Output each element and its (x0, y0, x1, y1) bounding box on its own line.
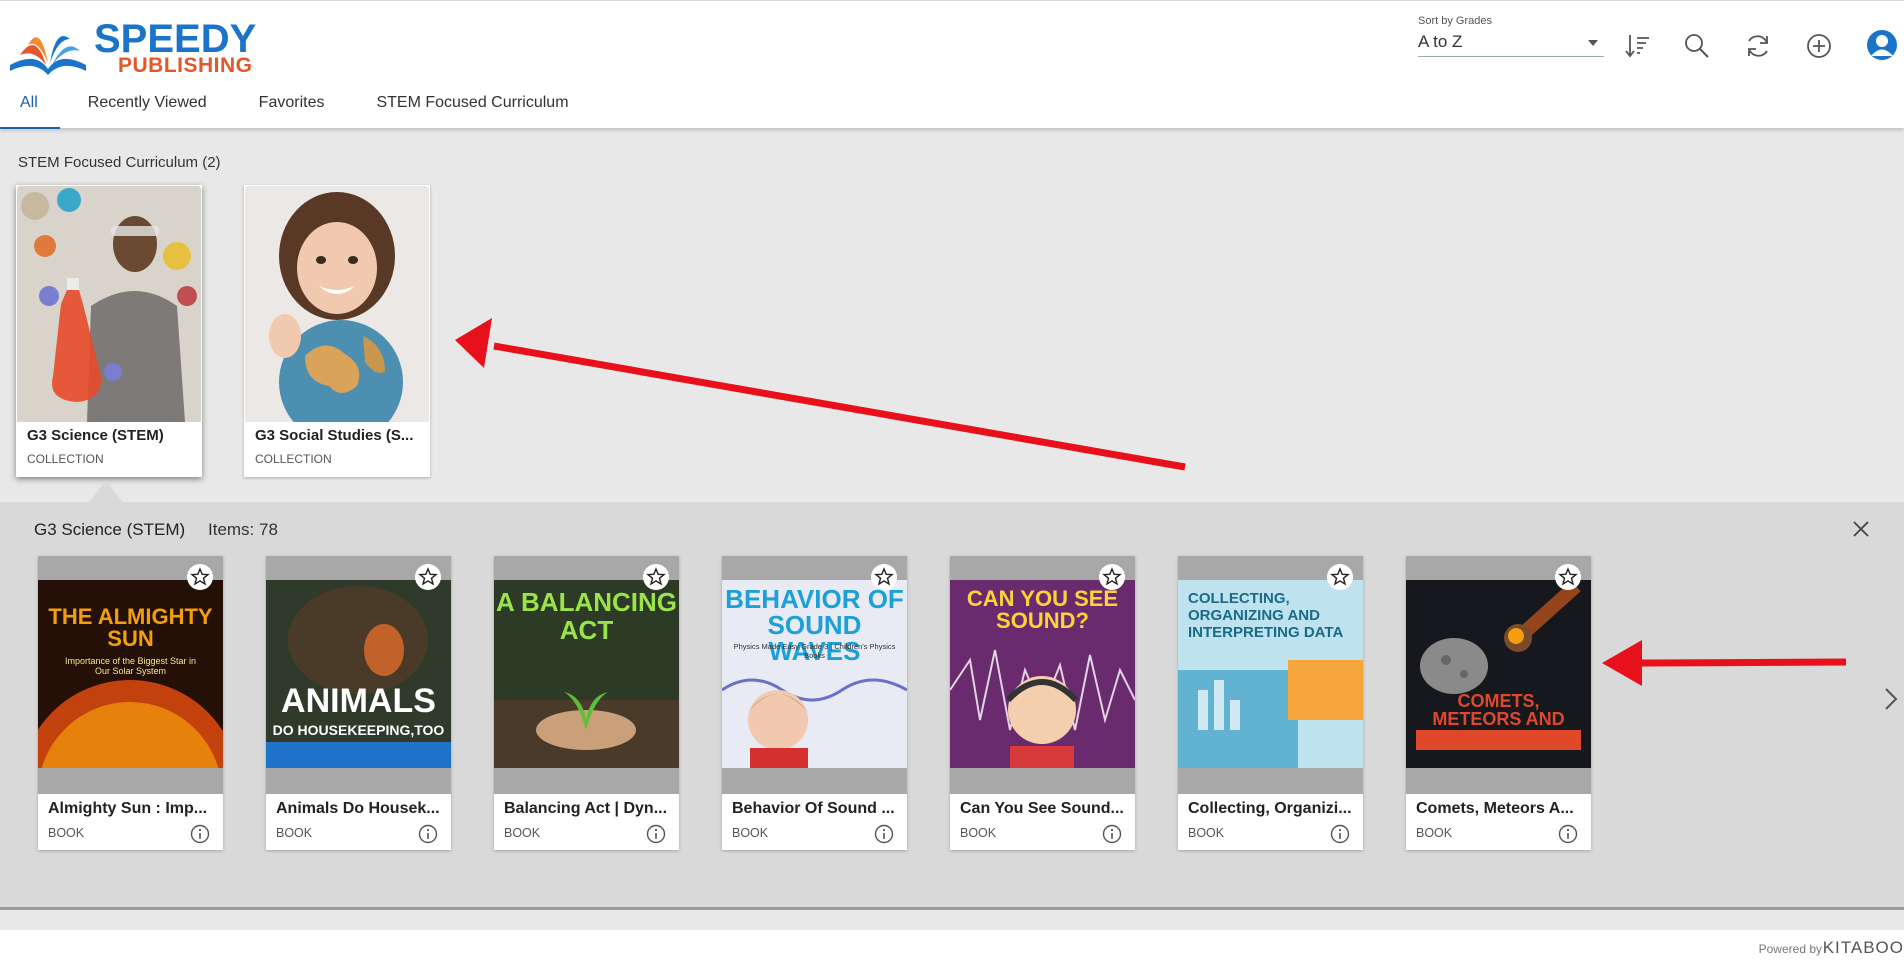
info-icon[interactable] (190, 824, 210, 844)
book-cover-art: A BALANCING ACT (494, 580, 679, 768)
tab-stem-focused-curriculum[interactable]: STEM Focused Curriculum (376, 85, 568, 129)
powered-by-label: Powered by (1758, 942, 1822, 956)
tab-all[interactable]: All (0, 85, 60, 129)
book-card-can-you-see-sound[interactable]: CAN YOU SEE SOUND? Can You See Sound... … (950, 556, 1135, 850)
collection-title: G3 Social Studies (S... (255, 427, 414, 444)
caret-down-icon (1588, 40, 1598, 46)
book-type: BOOK (1188, 826, 1225, 840)
collection-card-g3-social-studies[interactable]: G3 Social Studies (S... COLLECTION (244, 185, 430, 477)
user-avatar-icon[interactable] (1866, 29, 1898, 61)
book-card-animals[interactable]: ANIMALS DO HOUSEKEEPING,TOO Animals Do H… (266, 556, 451, 850)
sort-value: A to Z (1418, 32, 1463, 51)
sort-label: Sort by Grades (1418, 15, 1492, 27)
sort-dropdown[interactable]: Sort by Grades A to Z (1418, 15, 1604, 57)
book-cover-art: ANIMALS DO HOUSEKEEPING,TOO (266, 580, 451, 768)
collection-type: COLLECTION (27, 452, 104, 466)
book-title: Collecting, Organizi... (1188, 800, 1352, 817)
favorite-star-icon[interactable] (1555, 564, 1581, 590)
book-cover-art: COLLECTING, ORGANIZING AND INTERPRETING … (1178, 580, 1363, 768)
tab-favorites[interactable]: Favorites (259, 85, 325, 129)
book-logo-icon (10, 36, 86, 75)
cover-heading: ANIMALS (281, 682, 436, 720)
annotation-arrow-to-collection (455, 318, 1186, 471)
book-card-almighty-sun[interactable]: THE ALMIGHTY SUN Importance of the Bigge… (38, 556, 223, 850)
info-icon[interactable] (1102, 824, 1122, 844)
book-cover: ANIMALS DO HOUSEKEEPING,TOO (266, 556, 451, 794)
cover-heading: A BALANCING ACT (495, 587, 678, 645)
collection-cover-image (245, 186, 429, 422)
book-cover: THE ALMIGHTY SUN Importance of the Bigge… (38, 556, 223, 794)
favorite-star-icon[interactable] (1099, 564, 1125, 590)
cover-heading: CAN YOU SEE SOUND? (966, 586, 1119, 633)
favorite-star-icon[interactable] (643, 564, 669, 590)
info-icon[interactable] (1330, 824, 1350, 844)
info-icon[interactable] (418, 824, 438, 844)
book-card-comets-meteors-asteroids[interactable]: COMETS, METEORS AND ASTEROIDS Comets, Me… (1406, 556, 1591, 850)
favorite-star-icon[interactable] (1327, 564, 1353, 590)
favorite-star-icon[interactable] (415, 564, 441, 590)
add-circle-icon[interactable] (1804, 31, 1834, 61)
book-title: Almighty Sun : Imp... (48, 800, 208, 817)
book-cover: COMETS, METEORS AND ASTEROIDS (1406, 556, 1591, 794)
cover-heading: THE ALMIGHTY SUN (48, 604, 213, 651)
book-title: Comets, Meteors A... (1416, 800, 1574, 817)
tab-recently-viewed[interactable]: Recently Viewed (88, 85, 207, 129)
book-card-collecting-organizing-data[interactable]: COLLECTING, ORGANIZING AND INTERPRETING … (1178, 556, 1363, 850)
book-card-behavior-of-sound-waves[interactable]: BEHAVIOR OF SOUND WAVES Physics Made Eas… (722, 556, 907, 850)
collection-card-g3-science[interactable]: G3 Science (STEM) COLLECTION (16, 185, 202, 477)
book-card-balancing-act[interactable]: A BALANCING ACT Balancing Act | Dyn... B… (494, 556, 679, 850)
book-cover-art: COMETS, METEORS AND ASTEROIDS (1406, 580, 1591, 768)
info-icon[interactable] (646, 824, 666, 844)
panel-item-count: Items: 78 (208, 520, 278, 539)
collection-cover-image (17, 186, 201, 422)
cover-heading: COLLECTING, ORGANIZING AND INTERPRETING … (1188, 590, 1344, 641)
speedy-publishing-logo[interactable]: SPEEDY PUBLISHING (6, 19, 256, 77)
book-type: BOOK (504, 826, 541, 840)
book-title: Animals Do Housek... (276, 800, 440, 817)
search-icon[interactable] (1682, 31, 1712, 61)
sort-order-icon[interactable] (1622, 31, 1652, 61)
app-header: SPEEDY PUBLISHING All Recently Viewed Fa… (0, 0, 1904, 129)
book-type: BOOK (732, 826, 769, 840)
sort-select[interactable]: A to Z (1418, 31, 1604, 57)
cover-subtitle: Importance of the Biggest Star in Our So… (64, 656, 197, 676)
collection-title: G3 Science (STEM) (27, 427, 164, 444)
book-cover-art: THE ALMIGHTY SUN Importance of the Bigge… (38, 580, 223, 768)
kitaboo-logo: KITABOO (1822, 938, 1904, 957)
brand-line-2: PUBLISHING (118, 54, 253, 77)
favorite-star-icon[interactable] (871, 564, 897, 590)
selection-pointer (88, 480, 124, 504)
close-icon[interactable] (1848, 516, 1874, 542)
cover-subtitle: Physics Made Easy Grade 3 | Children's P… (733, 642, 896, 660)
section-title: STEM Focused Curriculum (2) (18, 154, 221, 171)
book-type: BOOK (1416, 826, 1453, 840)
book-title: Balancing Act | Dyn... (504, 800, 668, 817)
info-icon[interactable] (1558, 824, 1578, 844)
book-title: Behavior Of Sound ... (732, 800, 895, 817)
app-footer: Powered by KITABOO (0, 930, 1904, 966)
cover-heading: COMETS, METEORS AND ASTEROIDS (1432, 691, 1565, 747)
book-type: BOOK (48, 826, 85, 840)
refresh-icon[interactable] (1743, 31, 1773, 61)
brand-line-1: SPEEDY (94, 17, 257, 61)
book-title: Can You See Sound... (960, 800, 1124, 817)
nav-tabs: All Recently Viewed Favorites STEM Focus… (0, 85, 621, 129)
book-cover: BEHAVIOR OF SOUND WAVES Physics Made Eas… (722, 556, 907, 794)
book-cover-art: CAN YOU SEE SOUND? (950, 580, 1135, 768)
info-icon[interactable] (874, 824, 894, 844)
favorite-star-icon[interactable] (187, 564, 213, 590)
book-type: BOOK (960, 826, 997, 840)
cover-subtitle: DO HOUSEKEEPING,TOO (272, 722, 445, 738)
book-cover: COLLECTING, ORGANIZING AND INTERPRETING … (1178, 556, 1363, 794)
chevron-right-icon[interactable] (1882, 686, 1900, 712)
book-cover: CAN YOU SEE SOUND? (950, 556, 1135, 794)
panel-title: G3 Science (STEM) (34, 520, 186, 539)
book-cover-art: BEHAVIOR OF SOUND WAVES Physics Made Eas… (722, 580, 907, 768)
book-cover: A BALANCING ACT (494, 556, 679, 794)
book-type: BOOK (276, 826, 313, 840)
collection-type: COLLECTION (255, 452, 332, 466)
